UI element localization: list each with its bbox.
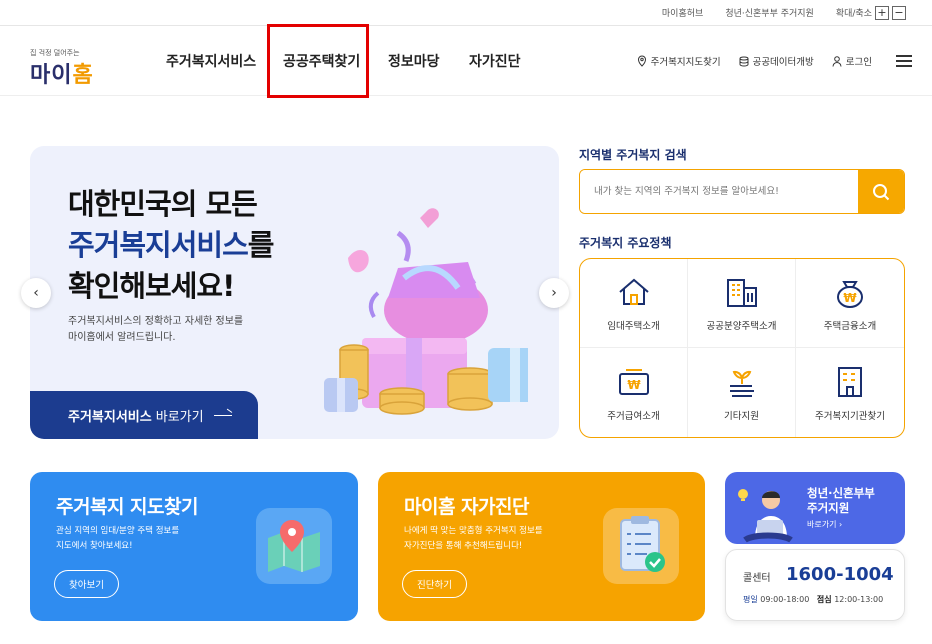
svg-text:₩: ₩ bbox=[627, 378, 641, 392]
call-center-label: 콜센터 bbox=[743, 573, 771, 584]
building-icon bbox=[838, 366, 862, 397]
youth-newlywed-link[interactable]: 청년·신혼부부 주거지원 bbox=[725, 6, 814, 19]
call-center-number[interactable]: 1600-1004 bbox=[786, 564, 894, 585]
policy-other-support[interactable]: 기타지원 bbox=[688, 348, 796, 437]
highlight-box bbox=[267, 24, 369, 98]
sprout-icon bbox=[729, 370, 754, 397]
search-icon bbox=[873, 183, 890, 200]
policy-welfare-agency[interactable]: 주거복지기관찾기 bbox=[796, 348, 904, 437]
policy-public-sale-housing[interactable]: 공공분양주택소개 bbox=[688, 259, 796, 348]
nav-housing-welfare[interactable]: 주거복지서비스 bbox=[166, 51, 256, 71]
open-data-link[interactable]: 공공데이터개방 bbox=[739, 54, 814, 68]
self-diagnosis-description: 나에게 딱 맞는 맞춤형 주거복지 정보를 자가진단을 통해 추천해드립니다! bbox=[404, 526, 543, 551]
zoom-label: 확대/축소 bbox=[835, 9, 872, 19]
region-search-box bbox=[579, 169, 905, 214]
login-link[interactable]: 로그인 bbox=[832, 54, 872, 68]
zoom-out-button[interactable]: − bbox=[892, 5, 906, 20]
self-diagnosis-card[interactable]: 마이홈 자가진단 나에게 딱 맞는 맞춤형 주거복지 정보를 자가진단을 통해 추… bbox=[378, 472, 705, 621]
policy-housing-benefit[interactable]: ₩ 주거급여소개 bbox=[580, 348, 688, 437]
logo-text: 마이홈 bbox=[30, 63, 94, 88]
hero-banner: 대한민국의 모든 주거복지서비스를 확인해보세요! 주거복지서비스의 정확하고 … bbox=[30, 146, 559, 439]
region-search-title: 지역별 주거복지 검색 bbox=[579, 148, 687, 162]
zoom-control: 확대/축소 + − bbox=[835, 5, 906, 20]
find-button[interactable]: 찾아보기 bbox=[54, 570, 119, 598]
myhome-hub-link[interactable]: 마이홈허브 bbox=[662, 6, 703, 19]
prev-slide-button[interactable]: ‹ bbox=[21, 278, 51, 308]
youth-newlywed-card[interactable]: 청년·신혼부부 주거지원 바로가기 › bbox=[725, 472, 905, 544]
header-utilities: 주거복지지도찾기 공공데이터개방 로그인 bbox=[637, 54, 912, 68]
diagnose-button[interactable]: 진단하기 bbox=[402, 570, 467, 598]
policy-housing-finance[interactable]: ₩ 주택금융소개 bbox=[796, 259, 904, 348]
menu-icon[interactable] bbox=[896, 55, 912, 67]
welfare-map-link[interactable]: 주거복지지도찾기 bbox=[637, 54, 721, 68]
hero-description: 주거복지서비스의 정확하고 자세한 정보를 마이홈에서 알려드립니다. bbox=[68, 316, 244, 343]
gift-box-illustration bbox=[324, 208, 528, 415]
policy-grid: 임대주택소개 공공분양주택소개 ₩ 주택금융소개 ₩ 주거급여소개 기타지원 주… bbox=[579, 258, 905, 438]
svg-text:₩: ₩ bbox=[843, 291, 857, 305]
checklist-illustration bbox=[603, 508, 679, 584]
chevron-left-icon: ‹ bbox=[33, 285, 39, 301]
hero-title: 대한민국의 모든 주거복지서비스를 확인해보세요! bbox=[68, 187, 274, 303]
nav-self-diagnosis[interactable]: 자가진단 bbox=[469, 51, 521, 71]
search-button[interactable] bbox=[858, 170, 904, 213]
map-pin-illustration bbox=[256, 508, 332, 584]
arrow-right-icon bbox=[213, 414, 232, 416]
money-bag-icon: ₩ bbox=[837, 281, 863, 308]
zoom-in-button[interactable]: + bbox=[875, 5, 889, 20]
youth-go-link[interactable]: 바로가기 › bbox=[807, 519, 842, 530]
self-diagnosis-title: 마이홈 자가진단 bbox=[404, 496, 529, 518]
youth-newlywed-title: 청년·신혼부부 주거지원 bbox=[807, 486, 875, 515]
database-icon bbox=[739, 56, 749, 67]
welfare-service-shortcut-button[interactable]: 주거복지서비스 바로가기 bbox=[30, 391, 258, 439]
house-icon bbox=[618, 278, 649, 305]
nav-info[interactable]: 정보마당 bbox=[388, 51, 440, 71]
policy-title: 주거복지 주요정책 bbox=[579, 236, 672, 250]
policy-rental-housing[interactable]: 임대주택소개 bbox=[580, 259, 688, 348]
welfare-map-title: 주거복지 지도찾기 bbox=[56, 496, 198, 518]
person-laptop-illustration bbox=[738, 489, 793, 543]
welfare-map-card[interactable]: 주거복지 지도찾기 관심 지역의 임대/분양 주택 정보를 지도에서 찾아보세요!… bbox=[30, 472, 358, 621]
welfare-map-description: 관심 지역의 임대/분양 주택 정보를 지도에서 찾아보세요! bbox=[56, 526, 180, 551]
top-utility-bar: 마이홈허브 청년·신혼부부 주거지원 확대/축소 + − bbox=[0, 0, 932, 26]
next-slide-button[interactable]: › bbox=[539, 278, 569, 308]
region-search-input[interactable] bbox=[580, 170, 858, 213]
location-pin-icon bbox=[637, 55, 646, 67]
call-center-card: 콜센터 1600-1004 평일 09:00-18:00 점심 12:00-13… bbox=[725, 549, 905, 621]
chevron-right-icon: › bbox=[551, 285, 557, 301]
won-card-icon: ₩ bbox=[618, 368, 649, 395]
call-center-hours: 평일 09:00-18:00 점심 12:00-13:00 bbox=[743, 595, 884, 604]
main-header: 집 걱정 덜어주는 마이홈 주거복지서비스 공공주택찾기 정보마당 자가진단 주… bbox=[0, 26, 932, 96]
myhome-logo[interactable]: 집 걱정 덜어주는 마이홈 bbox=[30, 42, 120, 88]
apartment-icon bbox=[726, 279, 757, 307]
user-icon bbox=[832, 55, 842, 67]
